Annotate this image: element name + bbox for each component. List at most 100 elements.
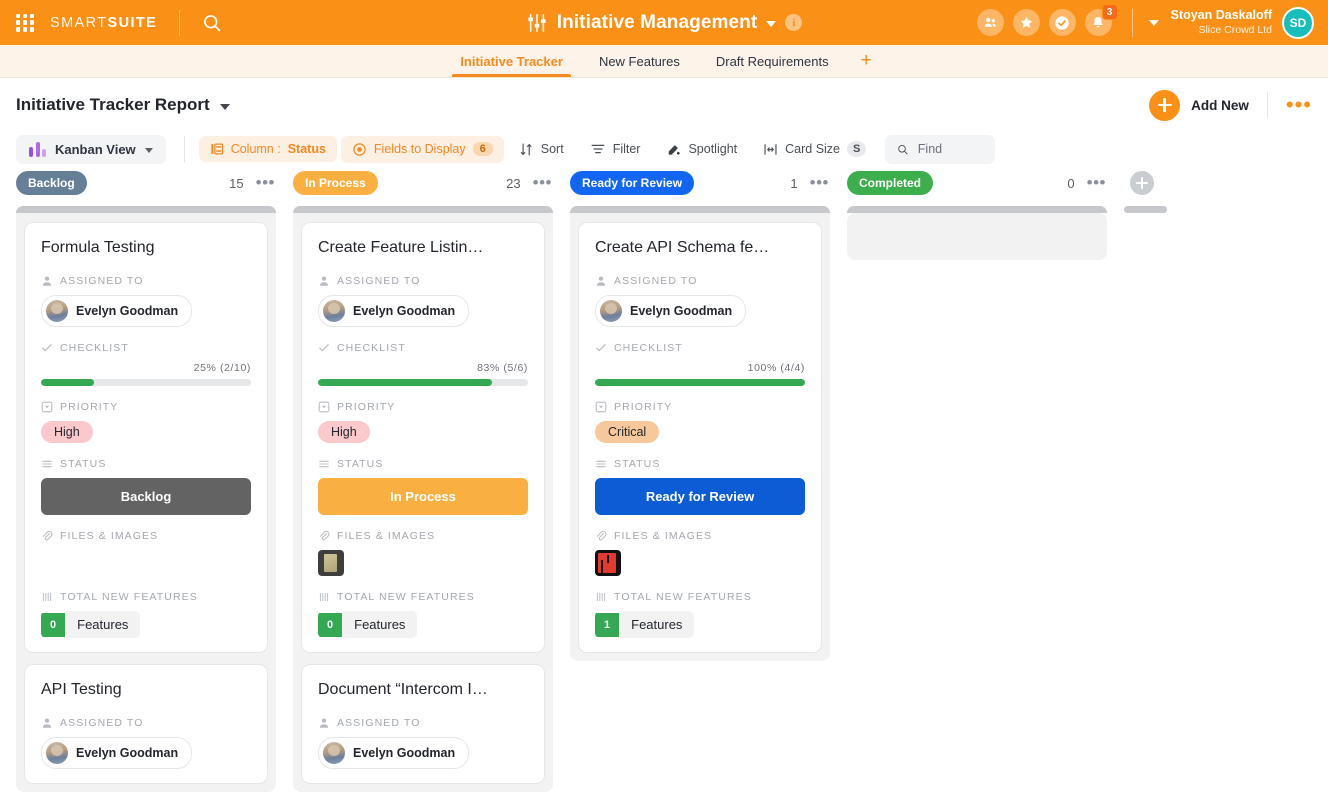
tab-initiative-tracker[interactable]: Initiative Tracker: [442, 54, 581, 77]
priority-badge: High: [318, 421, 370, 443]
kanban-board: Backlog 15 ••• In Process 23 ••• Ready f…: [0, 168, 1328, 804]
priority-badge: High: [41, 421, 93, 443]
card-title: Document “Intercom I…: [318, 681, 528, 699]
field-total-new-features: TOTAL NEW FEATURES 1 Features: [595, 591, 805, 638]
smartsuite-app: SMARTSUITE Initiative Management i: [0, 0, 1328, 804]
top-bar: SMARTSUITE Initiative Management i: [0, 0, 1328, 45]
add-tab-button[interactable]: +: [847, 50, 886, 77]
field-label: PRIORITY: [614, 401, 672, 413]
members-icon[interactable]: [977, 9, 1004, 36]
add-new-label: Add New: [1191, 98, 1249, 113]
column-scroll-handle[interactable]: [847, 206, 1107, 213]
field-label: CHECKLIST: [337, 342, 406, 354]
assignee-chip[interactable]: Evelyn Goodman: [41, 295, 192, 327]
avatar: [323, 742, 345, 764]
status-icon: [318, 458, 330, 470]
brand-suite: SUITE: [108, 15, 158, 31]
tab-draft-requirements[interactable]: Draft Requirements: [698, 54, 847, 77]
filter-button[interactable]: Filter: [579, 135, 652, 163]
user-menu-caret-icon[interactable]: [1149, 20, 1159, 26]
status-badge[interactable]: Backlog: [16, 171, 87, 195]
status-badge[interactable]: Completed: [847, 171, 933, 195]
status-button[interactable]: Backlog: [41, 478, 251, 515]
tab-label: Initiative Tracker: [460, 54, 563, 69]
empty-drop-zone[interactable]: [847, 213, 1107, 260]
column-completed[interactable]: [847, 206, 1107, 260]
column-menu[interactable]: •••: [810, 178, 829, 188]
column-menu[interactable]: •••: [533, 178, 552, 188]
card-size-button[interactable]: Card Size S: [752, 135, 877, 163]
tab-new-features[interactable]: New Features: [581, 54, 698, 77]
star-icon[interactable]: [1013, 9, 1040, 36]
add-new-button[interactable]: Add New: [1149, 90, 1249, 121]
card[interactable]: Formula Testing ASSIGNED TO Evelyn Goodm…: [24, 222, 268, 653]
column-scroll-handle[interactable]: [570, 206, 830, 213]
field-label: TOTAL NEW FEATURES: [337, 591, 475, 603]
page-title: Initiative Tracker Report: [16, 95, 210, 115]
fields-label: Fields to Display: [374, 142, 466, 156]
count-icon: [318, 591, 330, 603]
paperclip-icon: [595, 530, 607, 542]
column-value: Status: [288, 142, 326, 156]
field-status: STATUS In Process: [318, 458, 528, 515]
assignee-name: Evelyn Goodman: [353, 746, 455, 760]
column-scroll-handle[interactable]: [1124, 206, 1167, 213]
status-button[interactable]: In Process: [318, 478, 528, 515]
find-input[interactable]: [918, 142, 984, 156]
column-scroll-handle[interactable]: [16, 206, 276, 213]
view-toolbar: Kanban View Column : Status Fields to Di…: [0, 128, 1328, 170]
assignee-chip[interactable]: Evelyn Goodman: [318, 737, 469, 769]
status-badge[interactable]: In Process: [293, 171, 378, 195]
info-icon[interactable]: i: [785, 14, 802, 31]
column-menu[interactable]: •••: [1087, 178, 1106, 188]
file-thumbnail[interactable]: [595, 550, 621, 576]
add-column-button[interactable]: [1130, 171, 1154, 195]
bell-icon[interactable]: 3: [1085, 9, 1112, 36]
column-menu[interactable]: •••: [256, 178, 275, 188]
card[interactable]: Document “Intercom I… ASSIGNED TO Evelyn…: [301, 664, 545, 784]
field-status: STATUS Ready for Review: [595, 458, 805, 515]
status-button[interactable]: Ready for Review: [595, 478, 805, 515]
spotlight-label: Spotlight: [688, 142, 737, 156]
report-caret-icon[interactable]: [220, 104, 230, 110]
assignee-chip[interactable]: Evelyn Goodman: [318, 295, 469, 327]
kanban-view-icon: [29, 142, 46, 157]
features-count: 0 Features: [41, 611, 140, 638]
status-badge[interactable]: Ready for Review: [570, 171, 694, 195]
assignee-chip[interactable]: Evelyn Goodman: [595, 295, 746, 327]
solution-caret-icon[interactable]: [766, 21, 776, 27]
assignee-chip[interactable]: Evelyn Goodman: [41, 737, 192, 769]
column-headers: Backlog 15 ••• In Process 23 ••• Ready f…: [16, 168, 1328, 198]
field-assigned-to: ASSIGNED TO Evelyn Goodman: [318, 275, 528, 327]
count-icon: [595, 591, 607, 603]
file-thumbnail[interactable]: [318, 550, 344, 576]
field-status: STATUS Backlog: [41, 458, 251, 515]
sliders-icon: [526, 13, 548, 33]
check-circle-icon[interactable]: [1049, 9, 1076, 36]
status-icon: [41, 458, 53, 470]
features-number: 0: [41, 613, 65, 637]
avatar: [46, 742, 68, 764]
column-count: 0: [1067, 176, 1074, 191]
notification-badge: 3: [1102, 4, 1118, 20]
find-box[interactable]: [885, 135, 995, 164]
report-more-menu[interactable]: •••: [1286, 99, 1312, 111]
priority-badge: Critical: [595, 421, 659, 443]
card-title: Create Feature Listin…: [318, 239, 528, 257]
sort-button[interactable]: Sort: [508, 136, 575, 163]
card[interactable]: API Testing ASSIGNED TO Evelyn Goodman: [24, 664, 268, 784]
spotlight-button[interactable]: Spotlight: [655, 136, 748, 163]
user-info[interactable]: Stoyan Daskaloff Slice Crowd Ltd: [1171, 8, 1272, 37]
search-icon[interactable]: [202, 13, 222, 33]
column-scroll-handle[interactable]: [293, 206, 553, 213]
view-selector[interactable]: Kanban View: [16, 135, 166, 164]
field-label: TOTAL NEW FEATURES: [614, 591, 752, 603]
column-setting-button[interactable]: Column : Status: [199, 136, 337, 162]
app-grid-icon[interactable]: [16, 14, 34, 32]
card[interactable]: Create API Schema fe… ASSIGNED TO Evelyn…: [578, 222, 822, 653]
checklist-progress-bar: [318, 379, 528, 386]
avatar[interactable]: SD: [1282, 7, 1314, 39]
smartsuite-logo[interactable]: SMARTSUITE: [50, 15, 157, 31]
card[interactable]: Create Feature Listin… ASSIGNED TO Evely…: [301, 222, 545, 653]
fields-to-display-button[interactable]: Fields to Display 6: [341, 136, 504, 163]
